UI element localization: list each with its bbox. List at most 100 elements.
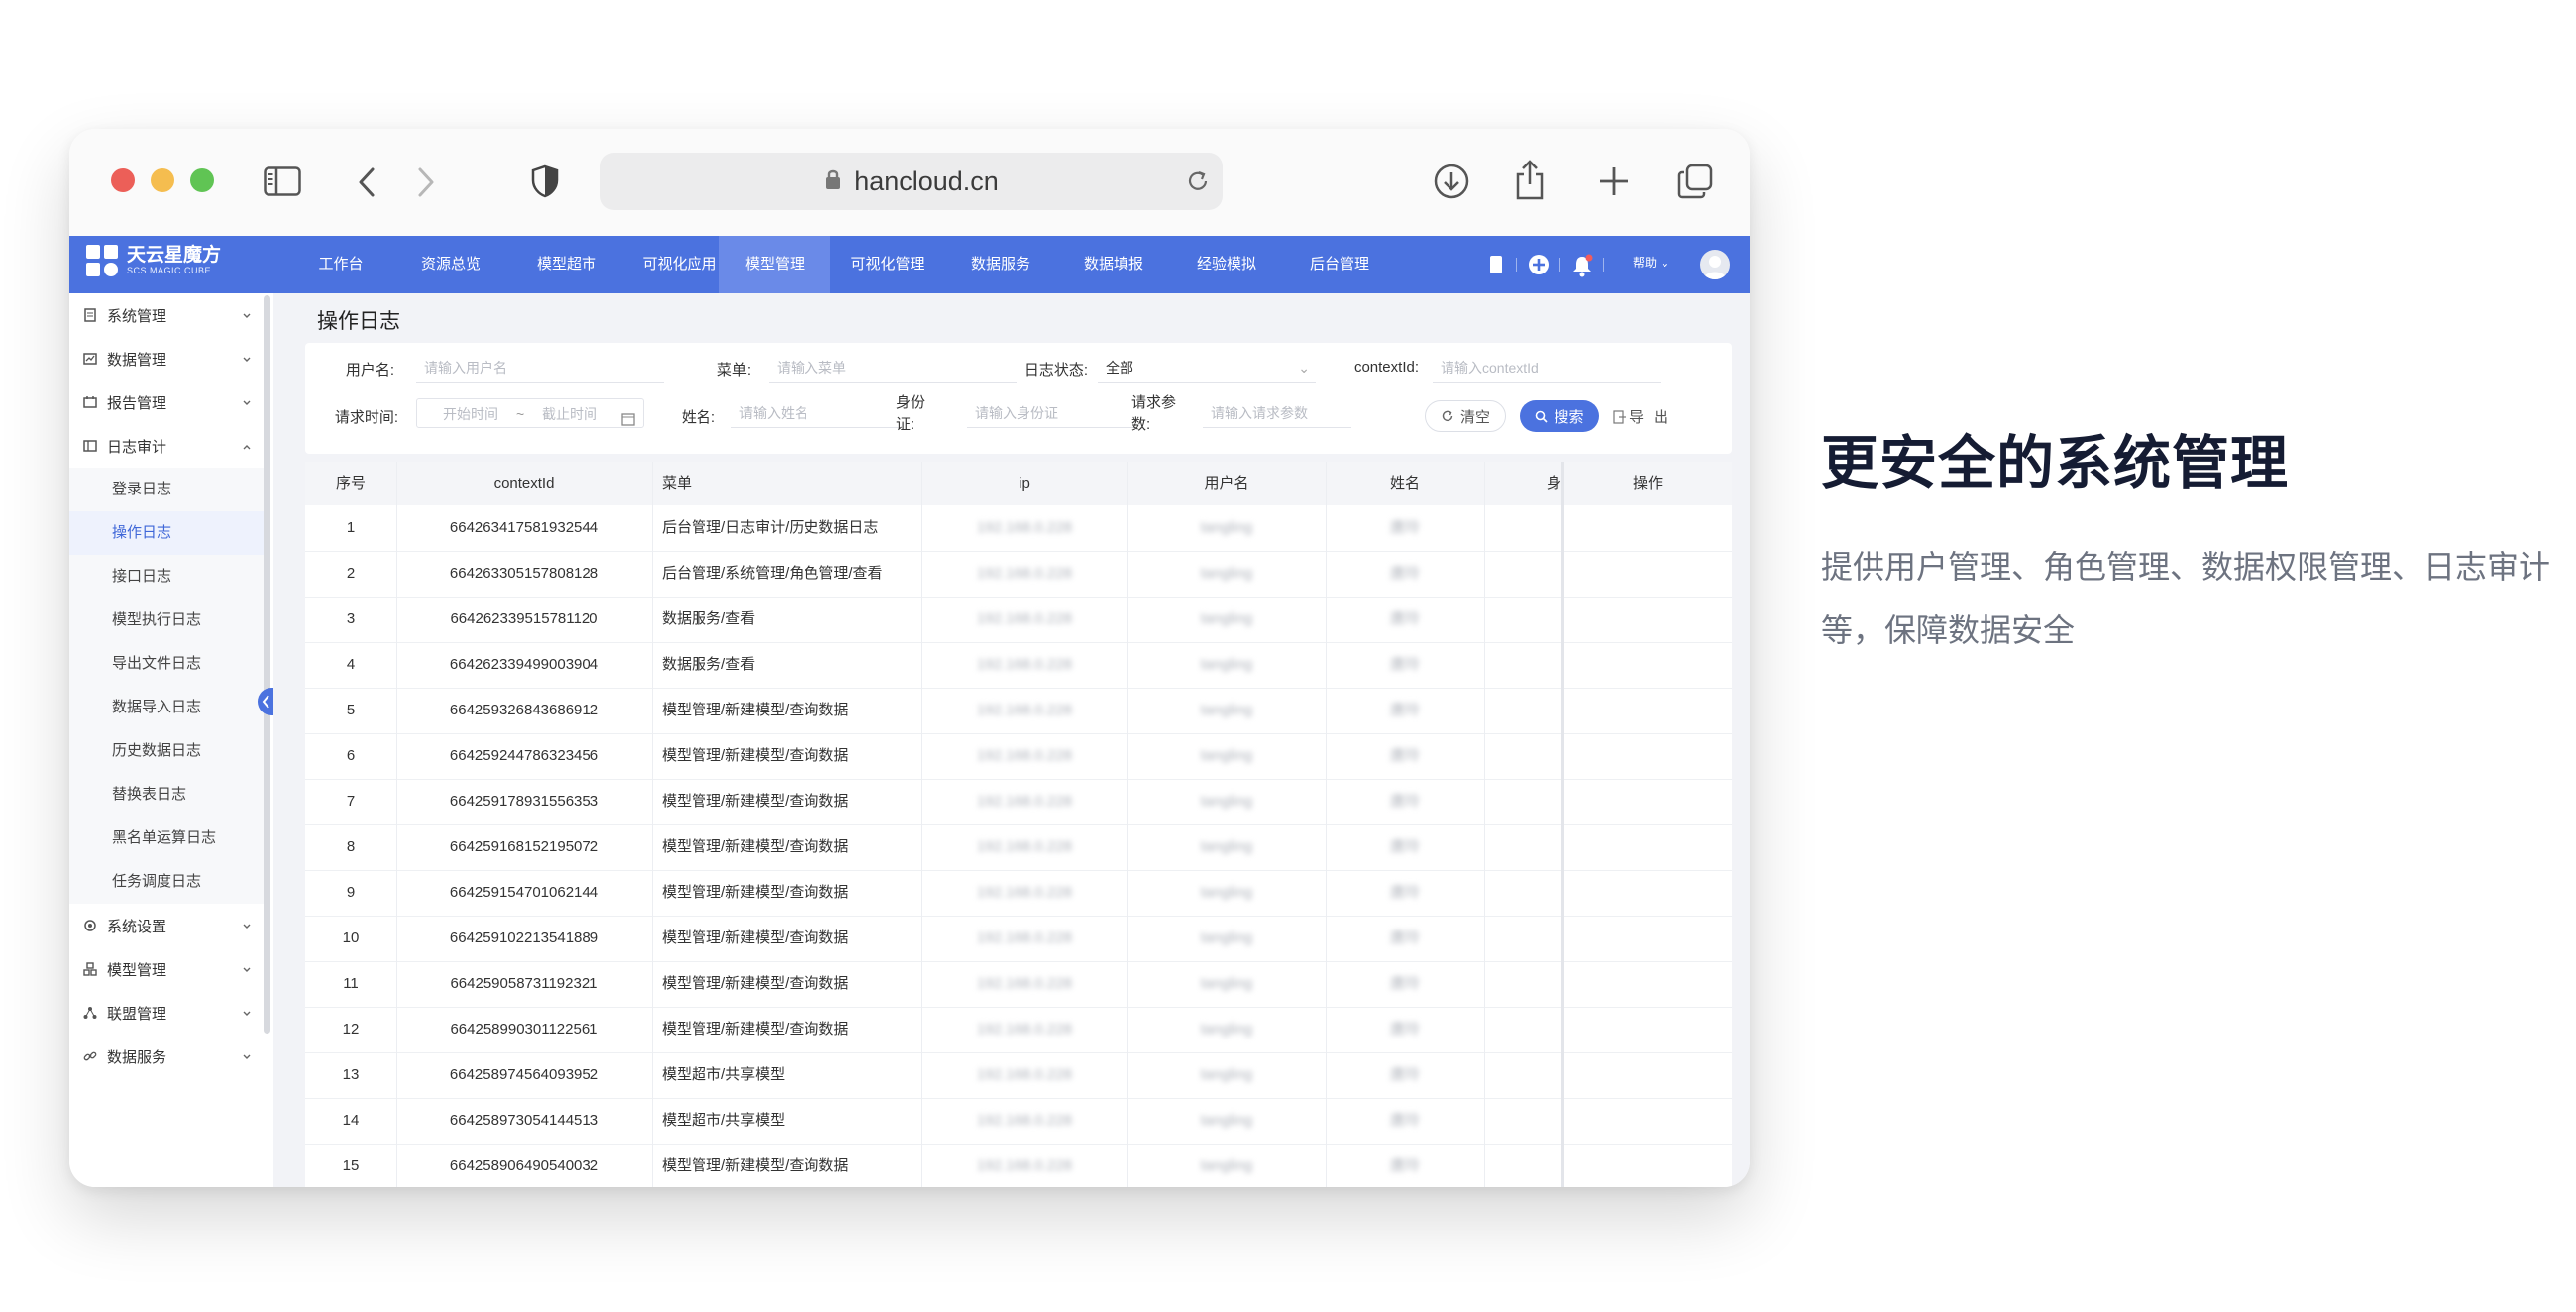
search-button[interactable]: 搜索 bbox=[1520, 400, 1599, 432]
cell-no: 1 bbox=[346, 519, 356, 536]
add-circle-icon[interactable] bbox=[1528, 254, 1550, 280]
address-bar[interactable]: hancloud.cn bbox=[600, 153, 1223, 210]
sidebar-item-report[interactable]: 报告管理 bbox=[69, 381, 264, 424]
cell-context-id: 664263305157808128 bbox=[449, 565, 599, 582]
app-logo[interactable]: 天云星魔方 SCS MAGIC CUBE bbox=[85, 244, 221, 277]
cell-no: 3 bbox=[346, 610, 356, 627]
download-icon[interactable] bbox=[1433, 163, 1470, 200]
cell-context-id: 664262339499003904 bbox=[449, 656, 599, 673]
table-row[interactable]: 7 664259178931556353 模型管理/新建模型/查询数据 192.168… bbox=[305, 779, 1732, 825]
table-row[interactable]: 5 664259326843686912 模型管理/新建模型/查询数据 192.168… bbox=[305, 688, 1732, 734]
clear-button[interactable]: 清空 bbox=[1425, 400, 1506, 432]
sidebar-item-api-log[interactable]: 接口日志 bbox=[69, 555, 264, 599]
nav-backend[interactable]: 后台管理 bbox=[1284, 236, 1395, 293]
cell-ip: 192.168.0.228 bbox=[977, 519, 1072, 536]
cell-ip: 192.168.0.228 bbox=[977, 1066, 1072, 1083]
table-row[interactable]: 2 664263305157808128 后台管理/系统管理/角色管理/查看 192.… bbox=[305, 551, 1732, 598]
cell-name: 唐玲 bbox=[1389, 1021, 1420, 1038]
collapse-sidebar-button[interactable] bbox=[258, 688, 273, 715]
nav-visual-management[interactable]: 可视化管理 bbox=[832, 236, 943, 293]
nav-model-management[interactable]: 模型管理 bbox=[719, 236, 830, 293]
cell-username: tangling bbox=[1200, 747, 1253, 764]
tabs-icon[interactable] bbox=[1676, 163, 1714, 200]
new-tab-icon[interactable] bbox=[1597, 164, 1631, 198]
main-content: 操作日志 用户名: 请输入用户名 菜单: 请输入菜单 日志状态: 全部 ⌄ co… bbox=[273, 293, 1750, 1187]
sidebar-item-replace-table-log[interactable]: 替换表日志 bbox=[69, 773, 264, 817]
id-input[interactable]: 请输入身份证 bbox=[967, 398, 1135, 428]
sidebar-item-history-log[interactable]: 历史数据日志 bbox=[69, 729, 264, 773]
col-menu: 菜单 bbox=[662, 475, 693, 492]
table-row[interactable]: 6 664259244786323456 模型管理/新建模型/查询数据 192.168… bbox=[305, 733, 1732, 780]
cell-no: 7 bbox=[346, 793, 356, 810]
cell-menu: 后台管理/系统管理/角色管理/查看 bbox=[662, 565, 883, 582]
sidebar-item-settings[interactable]: 系统设置 bbox=[69, 904, 264, 947]
table-row[interactable]: 12 664258990301122561 模型管理/新建模型/查询数据 192.16… bbox=[305, 1007, 1732, 1053]
back-icon[interactable] bbox=[357, 166, 376, 198]
nav-workbench[interactable]: 工作台 bbox=[291, 236, 390, 293]
cell-menu: 后台管理/日志审计/历史数据日志 bbox=[662, 519, 879, 536]
sidebar-item-model-exec-log[interactable]: 模型执行日志 bbox=[69, 599, 264, 642]
reload-icon[interactable] bbox=[1185, 168, 1211, 199]
shield-icon[interactable] bbox=[531, 164, 559, 198]
param-input[interactable]: 请输入请求参数 bbox=[1203, 398, 1351, 428]
nav-data-fill[interactable]: 数据填报 bbox=[1058, 236, 1169, 293]
share-icon[interactable] bbox=[1514, 159, 1546, 200]
avatar[interactable] bbox=[1700, 250, 1730, 279]
table-row[interactable]: 13 664258974564093952 模型超市/共享模型 192.168.0.2… bbox=[305, 1052, 1732, 1099]
sidebar-item-schedule-log[interactable]: 任务调度日志 bbox=[69, 860, 264, 904]
sidebar-item-blacklist-log[interactable]: 黑名单运算日志 bbox=[69, 817, 264, 860]
status-select[interactable]: 全部 ⌄ bbox=[1098, 353, 1316, 383]
sidebar-item-alliance[interactable]: 联盟管理 bbox=[69, 991, 264, 1035]
nav-resources[interactable]: 资源总览 bbox=[396, 236, 505, 293]
table-row[interactable]: 9 664259154701062144 模型管理/新建模型/查询数据 192.168… bbox=[305, 870, 1732, 917]
name-input[interactable]: 请输入姓名 bbox=[731, 398, 900, 428]
table-row[interactable]: 3 664262339515781120 数据服务/查看 192.168.0.228 t… bbox=[305, 597, 1732, 643]
cell-name: 唐玲 bbox=[1389, 747, 1420, 764]
sidebar-item-operation-log[interactable]: 操作日志 bbox=[69, 511, 264, 555]
cell-no: 13 bbox=[342, 1066, 360, 1083]
bell-icon[interactable] bbox=[1571, 254, 1593, 282]
cell-context-id: 664259168152195072 bbox=[449, 838, 599, 855]
sidebar-scrollbar[interactable] bbox=[264, 295, 270, 1034]
table-row[interactable]: 11 664259058731192321 模型管理/新建模型/查询数据 192.16… bbox=[305, 961, 1732, 1008]
sidebar-item-log-audit[interactable]: 日志审计 bbox=[69, 424, 264, 468]
sidebar-item-data[interactable]: 数据管理 bbox=[69, 337, 264, 381]
time-range-picker[interactable]: 开始时间 ~ 截止时间 bbox=[416, 398, 644, 428]
sidebar-item-data-service[interactable]: 数据服务 bbox=[69, 1035, 264, 1078]
table-row[interactable]: 15 664258906490540032 模型管理/新建模型/查询数据 192.16… bbox=[305, 1144, 1732, 1187]
username-input[interactable]: 请输入用户名 bbox=[416, 353, 664, 383]
document-icon[interactable] bbox=[1488, 254, 1504, 280]
sidebar-label: 联盟管理 bbox=[107, 1005, 167, 1023]
menu-input[interactable]: 请输入菜单 bbox=[769, 353, 1017, 383]
nav-data-service[interactable]: 数据服务 bbox=[945, 236, 1056, 293]
cell-context-id: 664258906490540032 bbox=[449, 1157, 599, 1174]
table-row[interactable]: 1 664263417581932544 后台管理/日志审计/历史数据日志 192.1… bbox=[305, 505, 1732, 552]
table-row[interactable]: 8 664259168152195072 模型管理/新建模型/查询数据 192.168… bbox=[305, 824, 1732, 871]
forward-icon[interactable] bbox=[416, 166, 436, 198]
sidebar-item-import-log[interactable]: 数据导入日志 bbox=[69, 686, 264, 729]
id-label: 身份证: bbox=[896, 394, 926, 433]
sidebar-icon[interactable] bbox=[264, 166, 301, 196]
sidebar-item-system[interactable]: 系统管理 bbox=[69, 293, 264, 337]
cell-context-id: 664258973054144513 bbox=[449, 1112, 599, 1129]
help-menu[interactable]: 帮助 ⌄ bbox=[1633, 254, 1669, 271]
sidebar-item-model[interactable]: 模型管理 bbox=[69, 947, 264, 991]
cell-name: 唐玲 bbox=[1389, 656, 1420, 673]
cell-username: tangling bbox=[1200, 656, 1253, 673]
context-input[interactable]: 请输入contextId bbox=[1433, 353, 1661, 383]
lock-icon bbox=[824, 167, 842, 196]
close-window-button[interactable] bbox=[111, 168, 135, 192]
zoom-window-button[interactable] bbox=[190, 168, 214, 192]
export-button[interactable]: 导出 bbox=[1613, 406, 1678, 427]
table-row[interactable]: 14 664258973054144513 模型超市/共享模型 192.168.0.2… bbox=[305, 1098, 1732, 1145]
filter-panel: 用户名: 请输入用户名 菜单: 请输入菜单 日志状态: 全部 ⌄ context… bbox=[305, 343, 1732, 454]
sidebar-item-login-log[interactable]: 登录日志 bbox=[69, 468, 264, 511]
nav-experience-sim[interactable]: 经验模拟 bbox=[1171, 236, 1282, 293]
cell-context-id: 664262339515781120 bbox=[450, 610, 598, 627]
cell-name: 唐玲 bbox=[1389, 1157, 1420, 1174]
table-row[interactable]: 4 664262339499003904 数据服务/查看 192.168.0.228 t… bbox=[305, 642, 1732, 689]
table-row[interactable]: 10 664259102213541889 模型管理/新建模型/查询数据 192.16… bbox=[305, 916, 1732, 962]
nav-model-market[interactable]: 模型超市 bbox=[511, 236, 622, 293]
sidebar-item-export-log[interactable]: 导出文件日志 bbox=[69, 642, 264, 686]
minimize-window-button[interactable] bbox=[151, 168, 174, 192]
